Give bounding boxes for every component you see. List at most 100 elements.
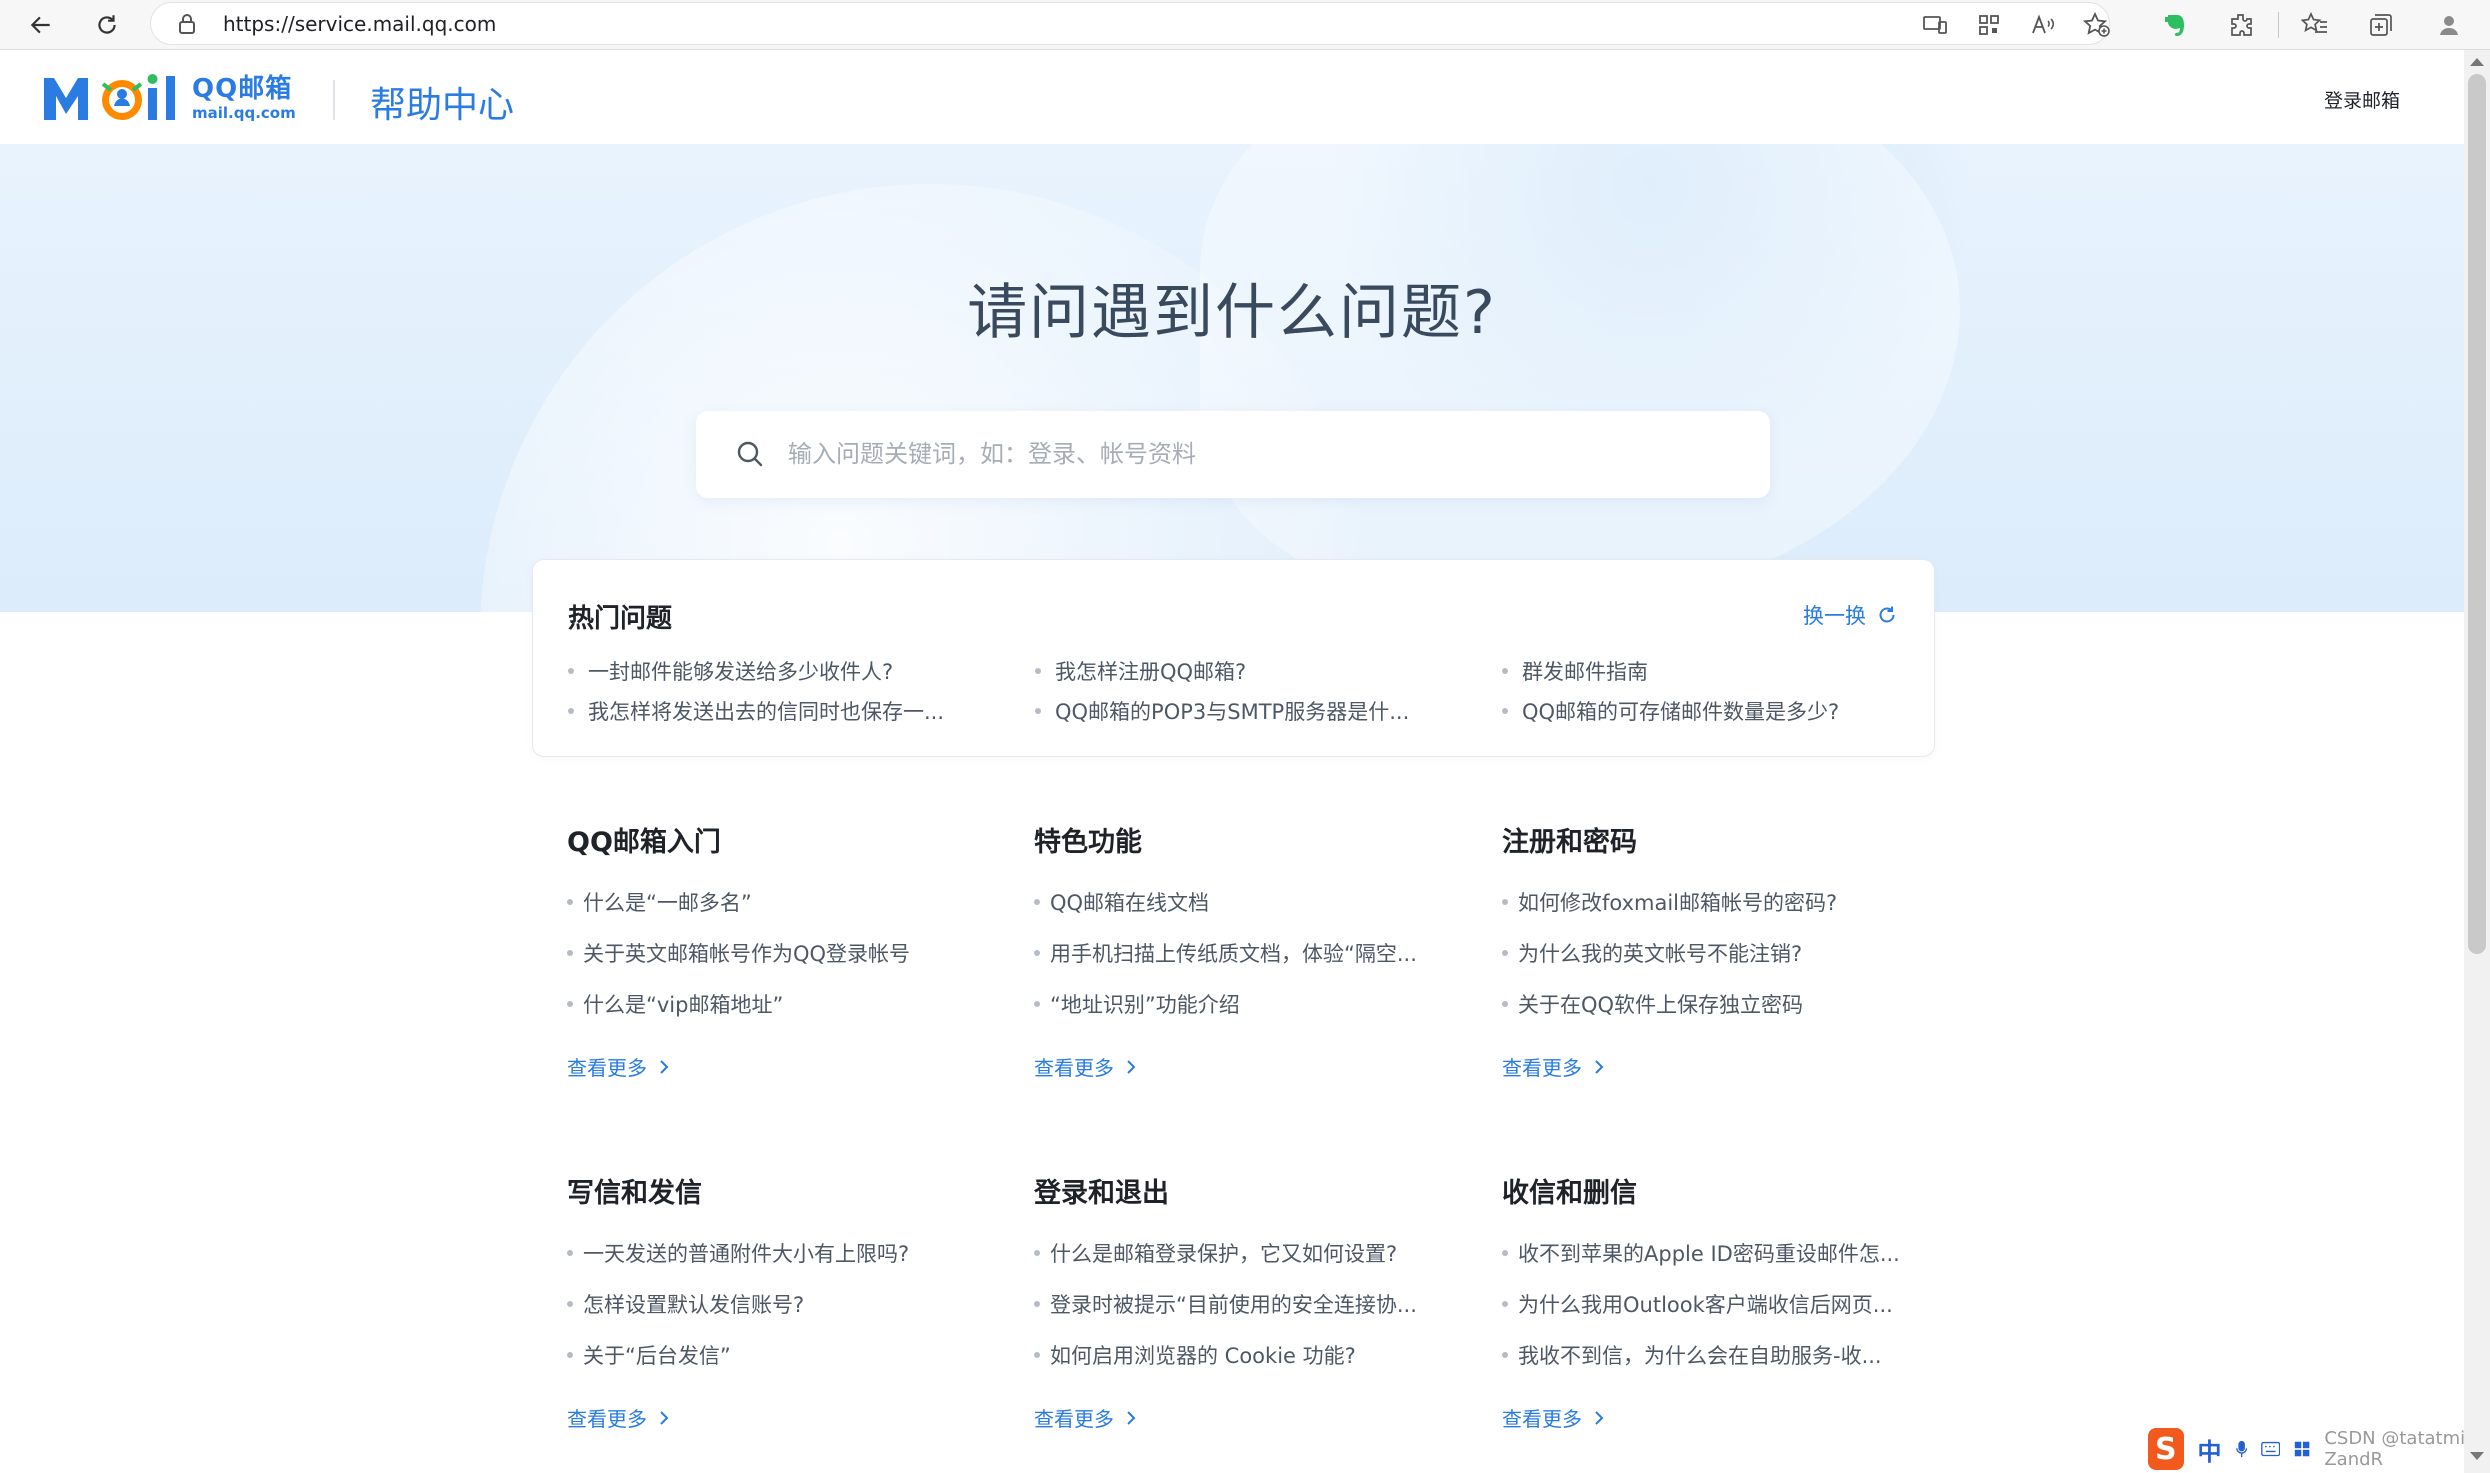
hot-question-link[interactable]: 我怎样注册QQ邮箱?: [1035, 656, 1246, 686]
qr-code-icon[interactable]: [1970, 6, 2008, 44]
hot-question-link[interactable]: QQ邮箱的POP3与SMTP服务器是什...: [1035, 696, 1409, 726]
category-question-link[interactable]: 为什么我用Outlook客户端收信后网页...: [1502, 1289, 1893, 1319]
address-bar[interactable]: https://service.mail.qq.com: [150, 2, 2110, 45]
bullet-dot: [1502, 668, 1508, 674]
view-more-link[interactable]: 查看更多: [1034, 1052, 1136, 1081]
chevron-right-icon: [1595, 1059, 1604, 1074]
category-question-link[interactable]: 什么是邮箱登录保护，它又如何设置?: [1034, 1238, 1397, 1268]
bullet-dot: [1034, 1001, 1040, 1007]
microphone-icon[interactable]: [2235, 1438, 2247, 1460]
chevron-right-icon: [1127, 1059, 1136, 1074]
category-getting-started: QQ邮箱入门 什么是“一邮多名” 关于英文邮箱帐号作为QQ登录帐号 什么是“vi…: [567, 820, 1007, 1080]
read-aloud-icon[interactable]: [2024, 6, 2062, 44]
bullet-dot: [1502, 1250, 1508, 1256]
refresh-icon: [1879, 606, 1895, 623]
bullet-dot: [567, 1352, 573, 1358]
refresh-button[interactable]: 换一换: [1803, 600, 1898, 630]
category-question-link[interactable]: 什么是“vip邮箱地址”: [567, 989, 783, 1019]
lock-icon: [177, 13, 197, 39]
view-more-link[interactable]: 查看更多: [567, 1052, 669, 1081]
app-available-icon[interactable]: [1916, 6, 1954, 44]
bullet-dot: [1502, 1001, 1508, 1007]
search-input[interactable]: [788, 431, 1728, 477]
bullet-dot: [1502, 950, 1508, 956]
category-title: 写信和发信: [567, 1178, 702, 1209]
sogou-ime-icon[interactable]: S: [2148, 1428, 2184, 1470]
view-more-link[interactable]: 查看更多: [1034, 1403, 1136, 1432]
view-more-link[interactable]: 查看更多: [1502, 1052, 1604, 1081]
category-question-link[interactable]: 用手机扫描上传纸质文档，体验“隔空...: [1034, 938, 1417, 968]
hot-question-link[interactable]: 一封邮件能够发送给多少收件人?: [568, 656, 893, 686]
category-question-link[interactable]: 关于“后台发信”: [567, 1340, 731, 1370]
category-question-link[interactable]: 为什么我的英文帐号不能注销?: [1502, 938, 1802, 968]
watermark-text: CSDN @tatatmi ZandR: [2324, 1428, 2466, 1470]
bullet-dot: [568, 668, 574, 674]
bullet-dot: [567, 1301, 573, 1307]
category-question-link[interactable]: 如何启用浏览器的 Cookie 功能?: [1034, 1340, 1356, 1370]
collections-icon[interactable]: [2362, 6, 2400, 44]
category-question-link[interactable]: 什么是“一邮多名”: [567, 887, 752, 917]
bullet-dot: [1034, 950, 1040, 956]
category-question-link[interactable]: 我收不到信，为什么会在自助服务-收...: [1502, 1340, 1882, 1370]
bullet-dot: [567, 1001, 573, 1007]
category-question-link[interactable]: 一天发送的普通附件大小有上限吗?: [567, 1238, 909, 1268]
login-mailbox-link[interactable]: 登录邮箱: [2324, 86, 2400, 113]
category-login-logout: 登录和退出 什么是邮箱登录保护，它又如何设置? 登录时被提示“目前使用的安全连接…: [1034, 1171, 1474, 1431]
bullet-dot: [1502, 708, 1508, 714]
category-question-link[interactable]: 登录时被提示“目前使用的安全连接协...: [1034, 1289, 1417, 1319]
category-question-link[interactable]: 收不到苹果的Apple ID密码重设邮件怎...: [1502, 1238, 1900, 1268]
category-receive-delete: 收信和删信 收不到苹果的Apple ID密码重设邮件怎... 为什么我用Outl…: [1502, 1171, 1942, 1431]
category-question-link[interactable]: 关于在QQ软件上保存独立密码: [1502, 989, 1803, 1019]
bullet-dot: [1034, 1352, 1040, 1358]
refresh-label: 换一换: [1803, 604, 1866, 628]
help-center-title[interactable]: 帮助中心: [370, 76, 514, 128]
bullet-dot: [567, 899, 573, 905]
bullet-dot: [1502, 1301, 1508, 1307]
favorites-icon[interactable]: [2296, 6, 2334, 44]
page-scrollbar[interactable]: [2464, 50, 2490, 1473]
hot-question-link[interactable]: 群发邮件指南: [1502, 656, 1648, 686]
hot-question-link[interactable]: 我怎样将发送出去的信同时也保存一...: [568, 696, 944, 726]
hot-question-link[interactable]: QQ邮箱的可存储邮件数量是多少?: [1502, 696, 1839, 726]
scrollbar-thumb[interactable]: [2468, 74, 2486, 954]
search-box[interactable]: [696, 411, 1770, 498]
hero-banner: 请问遇到什么问题?: [0, 144, 2464, 612]
category-question-link[interactable]: “地址识别”功能介绍: [1034, 989, 1240, 1019]
category-question-link[interactable]: 如何修改foxmail邮箱帐号的密码?: [1502, 887, 1837, 917]
add-favorite-icon[interactable]: [2078, 6, 2116, 44]
chevron-right-icon: [660, 1059, 669, 1074]
view-more-link[interactable]: 查看更多: [1502, 1403, 1604, 1432]
bullet-dot: [1035, 668, 1041, 674]
back-button[interactable]: [22, 6, 60, 44]
category-question-link[interactable]: 怎样设置默认发信账号?: [567, 1289, 804, 1319]
category-features: 特色功能 QQ邮箱在线文档 用手机扫描上传纸质文档，体验“隔空... “地址识别…: [1034, 820, 1474, 1080]
ime-language-toggle[interactable]: 中: [2198, 1432, 2222, 1467]
url-text[interactable]: https://service.mail.qq.com: [223, 12, 496, 36]
category-question-link[interactable]: QQ邮箱在线文档: [1034, 887, 1209, 917]
category-question-link[interactable]: 关于英文邮箱帐号作为QQ登录帐号: [567, 938, 910, 968]
view-more-link[interactable]: 查看更多: [567, 1403, 669, 1432]
reload-button[interactable]: [88, 6, 126, 44]
scroll-up-arrow[interactable]: [2470, 58, 2484, 66]
bullet-dot: [1034, 1250, 1040, 1256]
bullet-dot: [567, 950, 573, 956]
extensions-icon[interactable]: [2222, 6, 2260, 44]
header-divider: [333, 80, 335, 120]
profile-avatar-icon[interactable]: [2430, 6, 2468, 44]
grid-menu-icon[interactable]: [2294, 1439, 2310, 1459]
qq-mail-brand: QQ邮箱 mail.qq.com: [192, 74, 296, 122]
evernote-extension-icon[interactable]: [2156, 6, 2194, 44]
browser-toolbar: https://service.mail.qq.com: [0, 0, 2490, 50]
category-compose-send: 写信和发信 一天发送的普通附件大小有上限吗? 怎样设置默认发信账号? 关于“后台…: [567, 1171, 1007, 1431]
bullet-dot: [567, 1250, 573, 1256]
brand-name: QQ邮箱: [192, 74, 293, 104]
mail-logo[interactable]: [42, 70, 190, 126]
bullet-dot: [1502, 899, 1508, 905]
category-title: 注册和密码: [1502, 827, 1637, 858]
chevron-right-icon: [1595, 1410, 1604, 1425]
bullet-dot: [1034, 1301, 1040, 1307]
keyboard-icon[interactable]: [2260, 1440, 2281, 1458]
search-icon: [734, 438, 766, 474]
chevron-right-icon: [660, 1410, 669, 1425]
toolbar-divider: [2278, 12, 2279, 38]
